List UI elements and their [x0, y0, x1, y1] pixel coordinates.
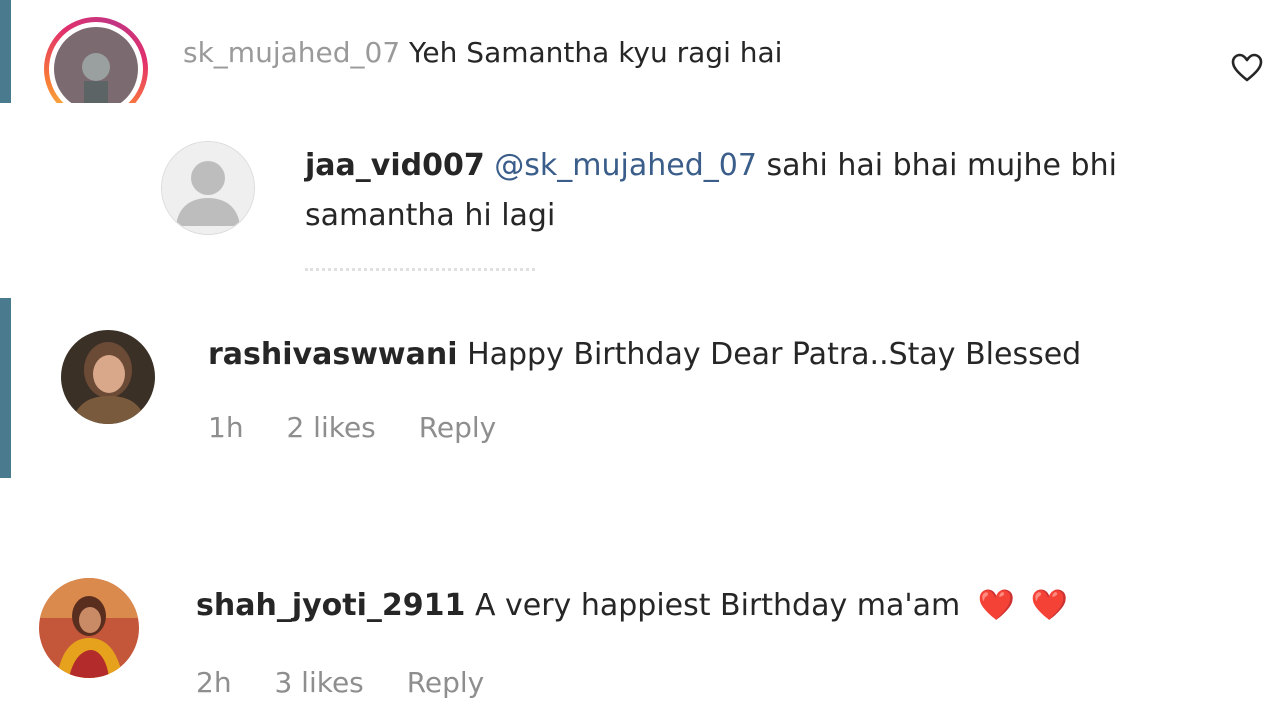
- red-heart-emoji-icon: ❤️: [977, 588, 1016, 623]
- comment-username[interactable]: jaa_vid007: [305, 148, 485, 183]
- comment-likes[interactable]: 2 likes: [286, 411, 375, 444]
- user-photo-icon: [61, 330, 155, 424]
- comment-2-line-1: jaa_vid007 @sk_mujahed_07 sahi hai bhai …: [305, 148, 1117, 183]
- crop-mask: [0, 103, 1280, 133]
- avatar-shah-jyoti[interactable]: [39, 578, 139, 678]
- default-profile-icon: [162, 142, 254, 234]
- comment-text: A very happiest Birthday ma'am: [474, 588, 961, 623]
- comment-4: shah_jyoti_2911 A very happiest Birthday…: [196, 588, 1068, 623]
- comment-text: Happy Birthday Dear Patra..Stay Blessed: [467, 337, 1082, 372]
- cropped-meta-row: [305, 268, 535, 276]
- comment-time: 1h: [208, 411, 244, 444]
- comment-username[interactable]: rashivaswwani: [208, 337, 458, 372]
- comment-username[interactable]: sk_mujahed_07: [183, 36, 400, 69]
- comment-meta: 2h 3 likes Reply: [196, 666, 518, 699]
- like-heart-icon[interactable]: [1231, 53, 1263, 83]
- comment-text: Yeh Samantha kyu ragi hai: [409, 36, 783, 69]
- user-photo-icon: [54, 27, 138, 111]
- user-photo-icon: [39, 578, 139, 678]
- thread-accent-bar: [0, 0, 11, 103]
- comment-3: rashivaswwani Happy Birthday Dear Patra.…: [208, 337, 1081, 372]
- avatar-rashivaswwani[interactable]: [61, 330, 155, 424]
- comment-text: samantha hi lagi: [305, 198, 556, 233]
- comment-likes[interactable]: 3 likes: [274, 666, 363, 699]
- comment-1: sk_mujahed_07 Yeh Samantha kyu ragi hai: [183, 36, 782, 69]
- reply-button[interactable]: Reply: [419, 411, 497, 444]
- avatar-jaa-vid007[interactable]: [161, 141, 255, 235]
- comment-meta: 1h 2 likes Reply: [208, 411, 530, 444]
- mention-link[interactable]: @sk_mujahed_07: [494, 148, 757, 183]
- comment-username[interactable]: shah_jyoti_2911: [196, 588, 465, 623]
- comment-text: sahi hai bhai mujhe bhi: [766, 148, 1117, 183]
- thread-accent-bar: [0, 298, 11, 478]
- comment-2-line-2: samantha hi lagi: [305, 198, 555, 233]
- reply-button[interactable]: Reply: [407, 666, 485, 699]
- comment-time: 2h: [196, 666, 232, 699]
- red-heart-emoji-icon: ❤️: [1030, 588, 1069, 623]
- avatar-sk-mujahed[interactable]: [54, 27, 138, 111]
